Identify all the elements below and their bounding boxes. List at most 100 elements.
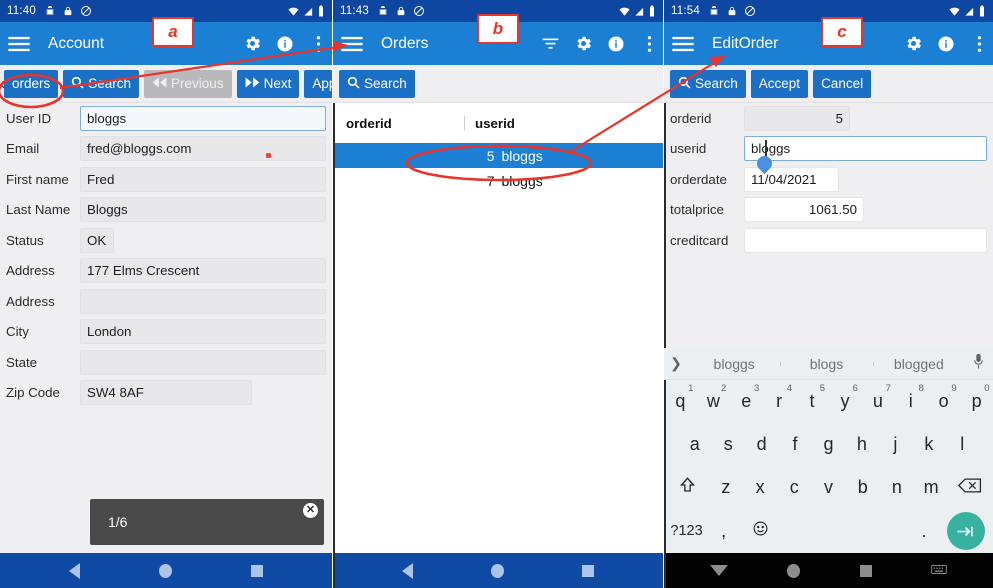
close-icon[interactable]: ✕ — [303, 503, 318, 518]
toast-text: 1/6 — [108, 514, 128, 530]
back-icon[interactable] — [69, 562, 81, 579]
orders-button[interactable]: orders — [4, 69, 59, 98]
page-title: Account — [48, 34, 105, 52]
lastname-input[interactable]: Bloggs — [80, 197, 326, 223]
field-label: Last Name — [6, 202, 71, 218]
key-a[interactable]: a — [678, 434, 711, 455]
status-input[interactable]: OK — [80, 227, 114, 253]
key-x[interactable]: x — [743, 477, 777, 498]
next-button-label: Next — [263, 76, 292, 91]
gear-icon[interactable] — [573, 34, 593, 53]
annotation-label-a: a — [152, 17, 194, 47]
address2-input[interactable] — [80, 288, 326, 314]
userid-input[interactable]: bloggs — [744, 136, 987, 162]
bug-icon — [46, 6, 54, 15]
back-icon[interactable] — [402, 562, 413, 579]
search-button[interactable]: Search — [670, 69, 746, 98]
hamburger-icon[interactable] — [0, 36, 38, 52]
key-t[interactable]: 5t — [796, 383, 829, 412]
keyboard-icon[interactable] — [931, 562, 948, 580]
firstname-input[interactable]: Fred — [80, 166, 326, 192]
key-m[interactable]: m — [914, 477, 948, 498]
key-j[interactable]: j — [879, 434, 912, 455]
table-row[interactable]: 5 bloggs — [333, 143, 663, 168]
shift-icon[interactable] — [666, 476, 709, 499]
key-h[interactable]: h — [845, 434, 878, 455]
down-arrow-icon[interactable] — [709, 565, 728, 576]
field-label: Zip Code — [6, 385, 60, 401]
column-header-userid: userid — [464, 116, 515, 131]
key-l[interactable]: l — [946, 434, 979, 455]
key-w[interactable]: 2w — [697, 383, 730, 412]
table-row[interactable]: 7 bloggs — [333, 168, 663, 193]
hamburger-icon[interactable] — [664, 36, 702, 52]
overflow-icon[interactable] — [969, 35, 989, 53]
recents-icon[interactable] — [250, 564, 263, 577]
key-y[interactable]: 6y — [829, 383, 862, 412]
status-icons-left — [44, 5, 92, 17]
search-button[interactable]: Search — [63, 69, 140, 98]
symbols-key[interactable]: ?123 — [668, 523, 705, 539]
suggestion-item[interactable]: blogged — [872, 356, 965, 372]
info-icon[interactable] — [936, 35, 956, 53]
filter-icon[interactable] — [540, 36, 560, 51]
period-key[interactable]: . — [906, 521, 943, 542]
home-icon[interactable] — [787, 563, 801, 578]
gear-icon[interactable] — [903, 34, 923, 53]
key-e[interactable]: 3e — [730, 383, 763, 412]
recents-icon[interactable] — [582, 564, 594, 577]
comma-key[interactable]: , — [705, 521, 742, 542]
enter-icon[interactable] — [943, 512, 989, 550]
creditcard-input[interactable] — [744, 227, 987, 253]
key-c[interactable]: c — [777, 477, 811, 498]
key-n[interactable]: n — [880, 477, 914, 498]
state-input[interactable] — [80, 349, 326, 375]
hamburger-icon[interactable] — [333, 36, 371, 52]
form-row-userid: User ID bloggs — [0, 103, 332, 134]
append-button[interactable]: Append — [304, 69, 332, 98]
overflow-icon[interactable] — [639, 35, 659, 53]
userid-input[interactable]: bloggs — [80, 105, 326, 131]
key-o[interactable]: 9o — [927, 383, 960, 412]
overflow-icon[interactable] — [308, 35, 328, 53]
backspace-icon[interactable] — [948, 477, 991, 499]
home-icon[interactable] — [491, 563, 504, 578]
microphone-icon[interactable] — [965, 353, 993, 375]
accept-button[interactable]: Accept — [750, 69, 809, 98]
address1-input[interactable]: 177 Elms Crescent — [80, 258, 326, 284]
orderdate-input[interactable]: 11/04/2021 — [744, 166, 839, 192]
cancel-button[interactable]: Cancel — [813, 69, 872, 98]
previous-button[interactable]: Previous — [144, 69, 232, 98]
key-i[interactable]: 8i — [894, 383, 927, 412]
key-z[interactable]: z — [709, 477, 743, 498]
orderid-input[interactable]: 5 — [744, 105, 850, 131]
search-button[interactable]: Search — [339, 69, 415, 98]
key-p[interactable]: 0p — [960, 383, 993, 412]
gear-icon[interactable] — [242, 34, 262, 53]
next-button[interactable]: Next — [236, 69, 300, 98]
key-d[interactable]: d — [745, 434, 778, 455]
key-r[interactable]: 4r — [763, 383, 796, 412]
key-u[interactable]: 7u — [861, 383, 894, 412]
keyboard-row-2: a s d f g h j k l — [664, 423, 993, 466]
key-g[interactable]: g — [812, 434, 845, 455]
chevron-right-icon[interactable]: ❯ — [664, 355, 688, 372]
key-f[interactable]: f — [778, 434, 811, 455]
suggestion-item[interactable]: bloggs — [688, 356, 780, 372]
key-q[interactable]: 1q — [664, 383, 697, 412]
key-v[interactable]: v — [811, 477, 845, 498]
info-icon[interactable] — [275, 35, 295, 53]
key-b[interactable]: b — [846, 477, 880, 498]
info-icon[interactable] — [606, 35, 626, 53]
key-s[interactable]: s — [711, 434, 744, 455]
home-icon[interactable] — [158, 563, 172, 578]
email-input[interactable]: fred@bloggs.com — [80, 136, 326, 162]
suggestion-item[interactable]: blogs — [780, 356, 872, 372]
emoji-icon[interactable] — [742, 520, 779, 542]
totalprice-input[interactable]: 1061.50 — [744, 197, 864, 223]
recents-icon[interactable] — [859, 564, 872, 577]
field-label: orderid — [670, 110, 712, 126]
zipcode-input[interactable]: SW4 8AF — [80, 380, 252, 406]
city-input[interactable]: London — [80, 319, 326, 345]
key-k[interactable]: k — [912, 434, 945, 455]
